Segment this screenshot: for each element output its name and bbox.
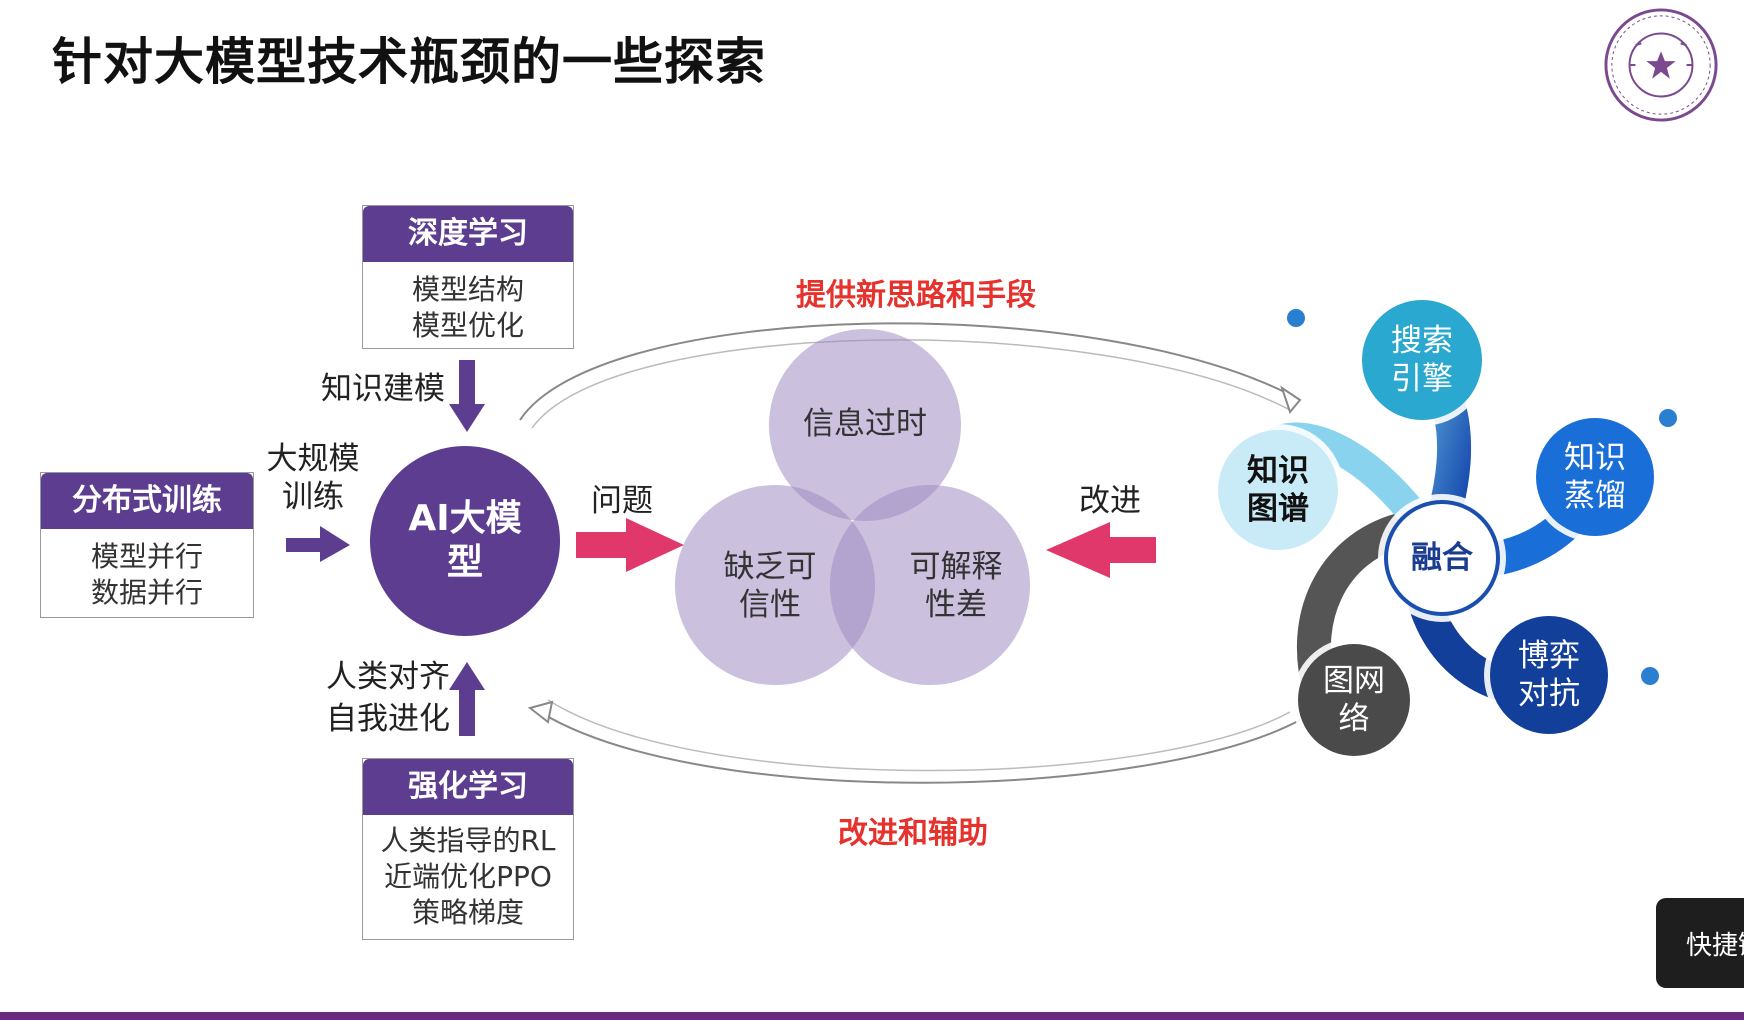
distill-line-2: 蒸馏 — [1564, 478, 1626, 514]
reinforcement-learning-title: 强化学习 — [363, 759, 573, 815]
knowledge-modeling-label: 知识建模 — [321, 371, 445, 407]
deep-learning-box: 深度学习 模型结构 模型优化 — [362, 205, 574, 349]
knowledge-distill-bubble: 知识 蒸馏 — [1536, 418, 1654, 536]
search-line-2: 引擎 — [1391, 361, 1453, 397]
game-line-1: 博弈 — [1518, 638, 1580, 674]
problem-arrow-head — [626, 518, 684, 572]
arrow-down-head — [449, 404, 485, 432]
search-line-1: 搜索 — [1391, 323, 1453, 359]
problem-label: 问题 — [591, 483, 653, 519]
bottom-arc-label: 改进和辅助 — [838, 816, 988, 851]
nav-dot-icon-2 — [1659, 409, 1677, 427]
ai-big-model-line-1: AI大模 — [408, 498, 522, 539]
reinforcement-line-1: 人类指导的RL — [380, 824, 556, 857]
ai-big-model-line-2: 型 — [446, 542, 483, 583]
deep-learning-line-2: 模型优化 — [411, 309, 524, 342]
shortcut-key-toast[interactable]: 快捷键 — [1656, 898, 1744, 988]
self-evolve-label: 自我进化 — [326, 701, 450, 737]
improve-label: 改进 — [1079, 483, 1141, 519]
venn-right-label: 可解释 性差 — [886, 548, 1026, 624]
kg-line-1: 知识 — [1247, 453, 1309, 489]
arrow-down-shaft — [459, 360, 475, 406]
fusion-center-bubble: 融合 — [1384, 500, 1500, 616]
shortcut-key-label: 快捷键 — [1686, 930, 1744, 961]
venn-top-label: 信息过时 — [803, 406, 927, 442]
search-engine-bubble: 搜索 引擎 — [1362, 300, 1482, 420]
reinforcement-line-3: 策略梯度 — [411, 896, 524, 929]
nav-dot-icon-1 — [1287, 309, 1305, 327]
arrow-up-shaft — [459, 688, 475, 736]
game-line-2: 对抗 — [1518, 676, 1580, 712]
graph-network-bubble: 图网 络 — [1298, 644, 1410, 756]
improve-arrow-head — [1046, 522, 1110, 578]
bottom-accent-bar — [0, 1012, 1744, 1020]
gnn-line-1: 图网 — [1323, 663, 1385, 699]
large-scale-label-1: 大规模 — [266, 441, 360, 477]
ai-big-model-node: AI大模 型 — [370, 446, 560, 636]
top-arc-label: 提供新思路和手段 — [796, 278, 1036, 313]
problem-arrow-shaft — [576, 532, 628, 558]
venn-right-line-1: 可解释 — [909, 549, 1003, 585]
arrow-right-head — [320, 526, 350, 562]
venn-left-line-1: 缺乏可 — [723, 549, 817, 585]
distributed-line-1: 模型并行 — [90, 540, 203, 573]
reinforcement-learning-box: 强化学习 人类指导的RL 近端优化PPO 策略梯度 — [362, 758, 574, 940]
distributed-training-box: 分布式训练 模型并行 数据并行 — [40, 472, 254, 618]
large-scale-label-2: 训练 — [282, 479, 344, 515]
kg-line-2: 图谱 — [1247, 491, 1309, 527]
deep-learning-line-1: 模型结构 — [411, 273, 524, 306]
venn-left-label: 缺乏可 信性 — [700, 548, 840, 624]
venn-left-line-2: 信性 — [739, 587, 801, 623]
game-adversarial-bubble: 博弈 对抗 — [1490, 616, 1608, 734]
knowledge-graph-bubble: 知识 图谱 — [1218, 430, 1338, 550]
deep-learning-title: 深度学习 — [363, 206, 573, 262]
arrow-right-shaft — [286, 538, 322, 552]
distill-line-1: 知识 — [1564, 440, 1626, 476]
venn-right-line-2: 性差 — [925, 587, 987, 623]
distributed-line-2: 数据并行 — [90, 576, 203, 609]
reinforcement-line-2: 近端优化PPO — [384, 860, 552, 893]
distributed-training-title: 分布式训练 — [41, 473, 253, 529]
improve-arrow-shaft — [1108, 537, 1156, 563]
nav-dot-icon-3 — [1641, 667, 1659, 685]
gnn-line-2: 络 — [1338, 701, 1370, 737]
fusion-center-label: 融合 — [1411, 540, 1473, 576]
human-align-label: 人类对齐 — [326, 659, 450, 695]
